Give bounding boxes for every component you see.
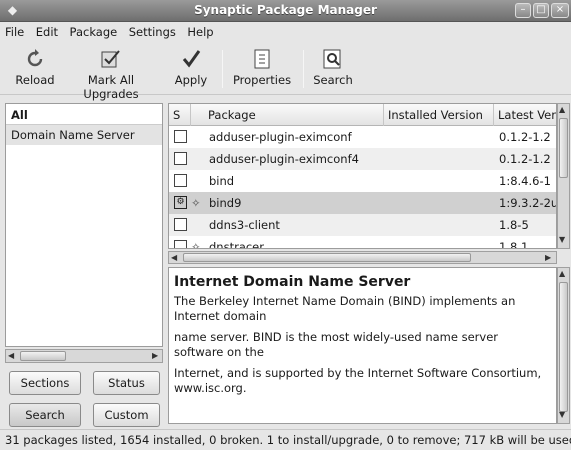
- menu-bar: File Edit Package Settings Help: [0, 22, 571, 42]
- menu-file[interactable]: File: [0, 22, 28, 42]
- search-icon: [322, 48, 344, 70]
- scroll-up-arrow-icon[interactable]: ▲: [559, 269, 565, 278]
- marked-install-icon[interactable]: ⚙: [174, 196, 187, 209]
- table-row[interactable]: ✧ dnstracer 1.8.1: [169, 236, 556, 249]
- status-checkbox[interactable]: [174, 218, 187, 231]
- description-paragraph: Internet, and is supported by the Intern…: [174, 366, 542, 395]
- apply-button[interactable]: Apply: [170, 48, 212, 87]
- column-status[interactable]: S: [169, 104, 191, 126]
- filter-header-all[interactable]: All: [6, 104, 162, 125]
- custom-button[interactable]: Custom: [93, 403, 160, 427]
- mark-upgrades-icon: [100, 48, 122, 70]
- status-button[interactable]: Status: [93, 371, 160, 395]
- mark-all-upgrades-label: Mark All Upgrades: [83, 73, 139, 101]
- minimize-button[interactable]: –: [515, 3, 531, 18]
- sections-button[interactable]: Sections: [9, 371, 81, 395]
- table-row[interactable]: adduser-plugin-eximconf 0.1.2-1.2: [169, 126, 556, 148]
- scroll-right-arrow-icon[interactable]: ▶: [545, 253, 551, 262]
- scroll-up-arrow-icon[interactable]: ▲: [559, 105, 565, 114]
- reload-label: Reload: [15, 73, 55, 87]
- description-paragraph: name server. BIND is the most widely-use…: [174, 330, 498, 359]
- latest-version: 1.8-5: [499, 218, 529, 232]
- filter-list: All Domain Name Server: [5, 103, 163, 347]
- latest-version: 1:8.4.6-1: [499, 174, 551, 188]
- scroll-down-arrow-icon[interactable]: ▼: [559, 235, 565, 244]
- maximize-button[interactable]: □: [533, 3, 549, 18]
- status-checkbox[interactable]: [174, 130, 187, 143]
- status-checkbox[interactable]: [174, 152, 187, 165]
- column-package[interactable]: Package: [204, 104, 384, 126]
- status-checkbox[interactable]: [174, 174, 187, 187]
- latest-version: 0.1.2-1.2: [499, 130, 551, 144]
- description-paragraph: The Berkeley Internet Name Domain (BIND)…: [174, 294, 516, 323]
- menu-package[interactable]: Package: [66, 22, 122, 42]
- latest-version: 1.8.1: [499, 240, 529, 249]
- search-label: Search: [313, 73, 353, 87]
- package-name: bind9: [209, 196, 242, 210]
- scrollbar-thumb[interactable]: [559, 118, 568, 178]
- table-row[interactable]: bind 1:8.4.6-1: [169, 170, 556, 192]
- package-table-vscrollbar[interactable]: ▲ ▼: [557, 103, 570, 249]
- package-name: bind: [209, 174, 235, 188]
- package-name: adduser-plugin-eximconf4: [209, 152, 359, 166]
- filter-item-domain-name-server[interactable]: Domain Name Server: [6, 125, 162, 145]
- search-button[interactable]: Search: [310, 48, 356, 87]
- supported-package-icon: ✧: [191, 196, 201, 210]
- toolbar-separator: [222, 50, 223, 88]
- properties-label: Properties: [232, 73, 292, 87]
- table-row[interactable]: adduser-plugin-eximconf4 0.1.2-1.2: [169, 148, 556, 170]
- scrollbar-thumb[interactable]: [183, 253, 471, 262]
- status-bar: 31 packages listed, 1654 installed, 0 br…: [0, 429, 571, 450]
- apply-checkmark-icon: [180, 48, 202, 70]
- status-checkbox[interactable]: [174, 240, 187, 248]
- scroll-left-arrow-icon[interactable]: ◀: [8, 351, 14, 360]
- properties-icon: [251, 48, 273, 70]
- latest-version: 0.1.2-1.2: [499, 152, 551, 166]
- scroll-right-arrow-icon[interactable]: ▶: [152, 351, 158, 360]
- package-table: S Package Installed Version Latest Ver a…: [168, 103, 557, 249]
- toolbar: Reload Mark All Upgrades Apply Propertie…: [0, 42, 571, 101]
- supported-package-icon: ✧: [191, 240, 201, 249]
- close-button[interactable]: ×: [551, 3, 569, 18]
- menu-edit[interactable]: Edit: [32, 22, 62, 42]
- column-latest-version[interactable]: Latest Ver: [494, 104, 556, 126]
- scrollbar-thumb[interactable]: [20, 351, 66, 361]
- package-table-hscrollbar[interactable]: ◀ ▶: [168, 251, 557, 264]
- scrollbar-thumb[interactable]: [559, 282, 568, 412]
- mark-all-upgrades-button[interactable]: Mark All Upgrades: [59, 48, 163, 101]
- filter-list-hscrollbar[interactable]: ◀ ▶: [5, 349, 163, 363]
- toolbar-separator: [303, 50, 304, 88]
- package-name: adduser-plugin-eximconf: [209, 130, 352, 144]
- table-row[interactable]: ⚙ ✧ bind9 1:9.3.2-2u: [169, 192, 557, 214]
- search-filter-button[interactable]: Search: [9, 403, 81, 427]
- reload-icon: [24, 48, 46, 70]
- scroll-down-arrow-icon[interactable]: ▼: [559, 410, 565, 419]
- reload-button[interactable]: Reload: [15, 48, 55, 87]
- table-header: S Package Installed Version Latest Ver: [169, 104, 556, 126]
- package-description: Internet Domain Name Server The Berkeley…: [168, 267, 557, 424]
- window-title: Synaptic Package Manager: [194, 3, 377, 17]
- description-title: Internet Domain Name Server: [174, 274, 411, 290]
- apply-label: Apply: [174, 73, 208, 87]
- package-name: dnstracer: [209, 240, 264, 249]
- menu-help[interactable]: Help: [183, 22, 217, 42]
- properties-button[interactable]: Properties: [230, 48, 294, 87]
- column-installed-version[interactable]: Installed Version: [384, 104, 494, 126]
- package-name: ddns3-client: [209, 218, 280, 232]
- latest-version: 1:9.3.2-2u: [499, 196, 557, 210]
- title-bar: ◆ Synaptic Package Manager – □ ×: [0, 0, 571, 22]
- table-row[interactable]: ddns3-client 1.8-5: [169, 214, 556, 236]
- description-vscrollbar[interactable]: ▲ ▼: [557, 267, 570, 424]
- scroll-left-arrow-icon[interactable]: ◀: [171, 253, 177, 262]
- menu-settings[interactable]: Settings: [125, 22, 180, 42]
